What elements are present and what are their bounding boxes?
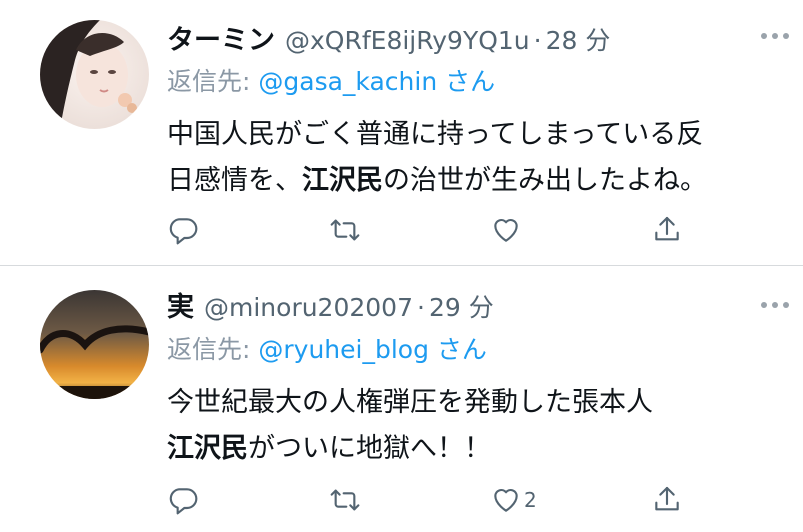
tweet-text-line: 今世紀最大の人権弾圧を発動した張本人 xyxy=(167,387,653,418)
tweet[interactable]: ターミン @xQRfE8ijRy9YQ1u · 28 分 返信先: @gasa_… xyxy=(0,0,803,266)
share-button[interactable] xyxy=(651,212,683,248)
reply-context: 返信先: @gasa_kachin さん xyxy=(167,62,495,98)
author-handle[interactable]: @xQRfE8ijRy9YQ1u xyxy=(285,26,530,55)
reply-context: 返信先: @ryuhei_blog さん xyxy=(167,330,487,366)
reply-mention[interactable]: @ryuhei_blog xyxy=(258,335,429,364)
author-name[interactable]: 実 xyxy=(167,285,194,324)
tweet-text-line: 日感情を、江沢民の治世が生み出したよね。 xyxy=(167,158,707,204)
text-segment: の治世が生み出したよね。 xyxy=(383,165,707,196)
avatar[interactable] xyxy=(40,290,149,399)
reply-icon xyxy=(169,488,198,515)
more-dot xyxy=(783,302,789,308)
more-dot xyxy=(783,33,789,39)
tweet-header: 実 @minoru202007 · 29 分 xyxy=(167,285,494,325)
like-button[interactable]: 2 xyxy=(490,482,537,518)
reply-prefix: 返信先: xyxy=(167,335,251,364)
action-bar: 2 xyxy=(167,482,707,518)
reply-button[interactable] xyxy=(167,212,199,248)
share-icon xyxy=(655,216,679,241)
reply-button[interactable] xyxy=(167,482,199,518)
retweet-icon xyxy=(330,489,360,511)
like-button[interactable] xyxy=(490,212,524,248)
tweet-text-line: 中国人民がごく普通に持ってしまっている反 xyxy=(167,119,704,150)
retweet-icon xyxy=(330,219,360,241)
share-button[interactable] xyxy=(651,482,683,518)
tweet-text: 中国人民がごく普通に持ってしまっている反 日感情を、江沢民の治世が生み出したよね… xyxy=(167,112,707,204)
timestamp[interactable]: 28 分 xyxy=(546,21,611,57)
action-bar xyxy=(167,212,707,248)
separator: · xyxy=(533,26,542,55)
reply-suffix: さん xyxy=(436,335,487,364)
share-icon xyxy=(655,486,679,511)
author-handle[interactable]: @minoru202007 xyxy=(204,293,413,322)
text-segment: がついに地獄へ！！ xyxy=(248,433,491,464)
avatar[interactable] xyxy=(40,20,149,129)
reply-icon xyxy=(169,218,198,245)
tweet-text-line: 江沢民がついに地獄へ！！ xyxy=(167,426,653,472)
like-icon xyxy=(494,488,518,512)
tweet[interactable]: 実 @minoru202007 · 29 分 返信先: @ryuhei_blog… xyxy=(0,266,803,532)
bold-text: 江沢民 xyxy=(167,433,248,464)
retweet-button[interactable] xyxy=(329,212,361,248)
reply-suffix: さん xyxy=(445,67,496,96)
author-name[interactable]: ターミン xyxy=(167,18,275,57)
separator: · xyxy=(417,293,425,322)
retweet-button[interactable] xyxy=(329,482,361,518)
more-icon[interactable] xyxy=(761,33,789,39)
tweet-header: ターミン @xQRfE8ijRy9YQ1u · 28 分 xyxy=(167,18,610,58)
reply-prefix: 返信先: xyxy=(167,67,251,96)
text-segment: 日感情を、 xyxy=(167,165,302,196)
more-dot xyxy=(772,33,778,39)
like-count: 2 xyxy=(524,488,537,512)
more-icon[interactable] xyxy=(761,302,789,308)
more-dot xyxy=(761,33,767,39)
like-icon xyxy=(494,218,518,242)
tweet-text: 今世紀最大の人権弾圧を発動した張本人 江沢民がついに地獄へ！！ xyxy=(167,380,653,472)
more-dot xyxy=(761,302,767,308)
more-dot xyxy=(772,302,778,308)
reply-mention[interactable]: @gasa_kachin xyxy=(258,67,437,96)
bold-text: 江沢民 xyxy=(302,165,383,196)
timestamp[interactable]: 29 分 xyxy=(429,288,494,324)
